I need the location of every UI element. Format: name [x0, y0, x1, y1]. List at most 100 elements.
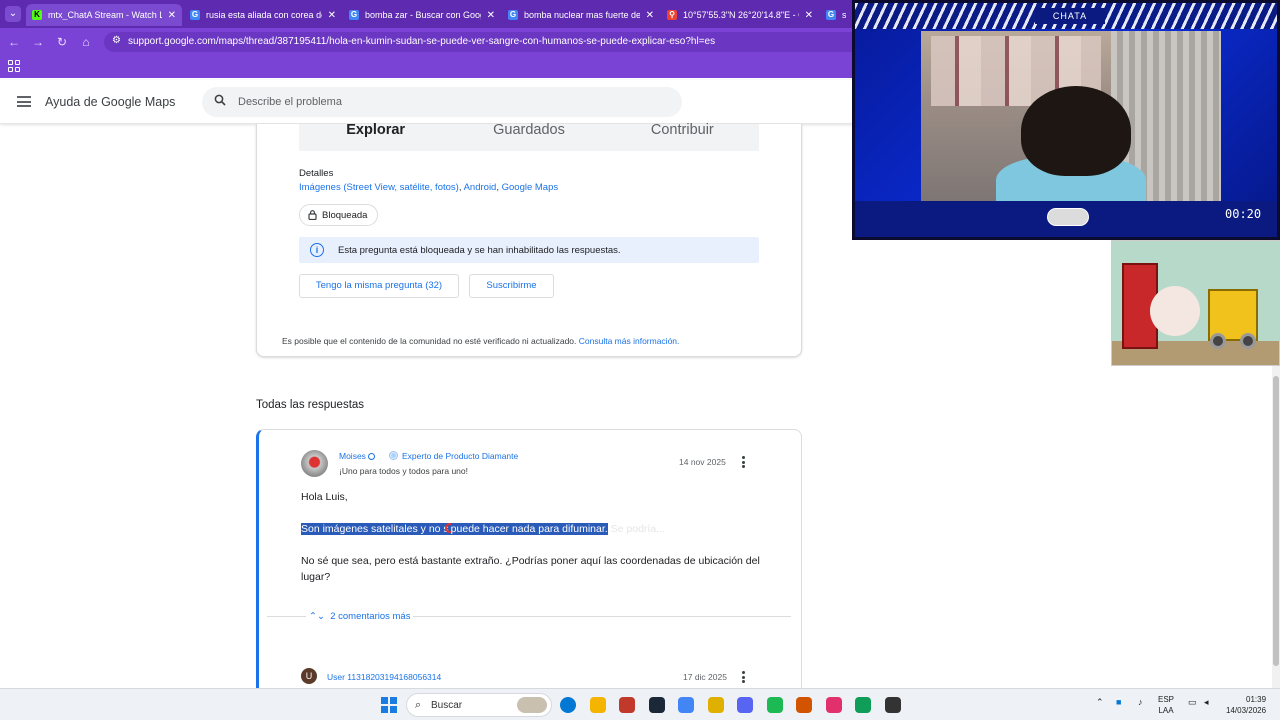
- page-scrollbar[interactable]: [1272, 366, 1280, 688]
- browser-tab[interactable]: ⚲ 10°57'55.3"N 26°20'14.8"E - Go ✕: [661, 4, 819, 26]
- hamburger-menu-icon[interactable]: [17, 96, 31, 107]
- close-icon[interactable]: ✕: [805, 10, 813, 21]
- home-icon[interactable]: ⌂: [78, 34, 94, 50]
- browser-tab[interactable]: G sud: [820, 4, 852, 26]
- help-search-box[interactable]: [202, 87, 682, 117]
- tab-search-button[interactable]: ⌄: [5, 6, 21, 22]
- file-explorer-icon[interactable]: [589, 697, 606, 713]
- stream-timer: 00:20: [1225, 207, 1262, 221]
- faded-text: Se podría...: [610, 523, 665, 535]
- google-favicon-icon: G: [508, 10, 518, 20]
- browser-tab[interactable]: K mtx_ChatA Stream - Watch Live ✕: [26, 4, 182, 26]
- tab-title: 10°57'55.3"N 26°20'14.8"E - Go: [683, 10, 799, 20]
- cartoon-image: [1111, 240, 1280, 366]
- tab-guardados[interactable]: Guardados: [452, 123, 605, 151]
- tab-title: rusia esta aliada con corea del: [206, 10, 322, 20]
- nav-tabs: Explorar Guardados Contribuir: [299, 123, 759, 151]
- tab-explorar[interactable]: Explorar: [299, 123, 452, 151]
- spotify-icon[interactable]: [766, 697, 783, 713]
- windows-start-icon[interactable]: [381, 697, 397, 713]
- epic-games-icon[interactable]: [619, 697, 635, 713]
- close-icon[interactable]: ✕: [646, 10, 654, 21]
- tab-title: bomba nuclear mas fuerte de la: [524, 10, 640, 20]
- locked-notice: i Esta pregunta está bloqueada y se han …: [299, 237, 759, 263]
- edge-icon[interactable]: [855, 697, 871, 713]
- author-name[interactable]: User 1131820319416805631​4: [327, 672, 441, 682]
- tab-contribuir[interactable]: Contribuir: [606, 123, 759, 151]
- discord-icon[interactable]: [737, 697, 753, 713]
- browser-tab[interactable]: G bomba nuclear mas fuerte de la ✕: [502, 4, 660, 26]
- maps-pin-favicon-icon: ⚲: [667, 10, 677, 20]
- detail-link-android[interactable]: Android: [464, 182, 497, 193]
- tab-title: mtx_ChatA Stream - Watch Live: [48, 10, 162, 20]
- more-options-icon[interactable]: [742, 671, 746, 683]
- close-icon[interactable]: ✕: [328, 10, 336, 21]
- chrome-icon[interactable]: [678, 697, 694, 713]
- close-icon[interactable]: ✕: [168, 10, 176, 21]
- answer-date: 14 nov 2025: [679, 457, 726, 467]
- tab-title: bomba zar - Buscar con Google: [365, 10, 481, 20]
- site-info-icon[interactable]: ⚙: [112, 35, 121, 46]
- steam-icon[interactable]: [648, 697, 665, 713]
- locked-notice-text: Esta pregunta está bloqueada y se han in…: [338, 245, 621, 256]
- author-name[interactable]: Moises: [339, 451, 375, 461]
- app-title[interactable]: Ayuda de Google Maps: [45, 95, 175, 109]
- taskbar-search[interactable]: ⌕ Buscar: [406, 693, 552, 717]
- overlay-title: CHATA: [1035, 8, 1105, 24]
- google-favicon-icon: G: [190, 10, 200, 20]
- system-clock[interactable]: 01:39 14/03/2026: [1226, 694, 1266, 716]
- network-icon[interactable]: ▭: [1188, 697, 1197, 708]
- answer-date: 17 dic 2025: [683, 672, 727, 682]
- locked-chip: Bloqueada: [299, 204, 379, 226]
- microphone-icon[interactable]: ♪: [1138, 697, 1143, 707]
- answer-body: No sé que sea, pero está bastante extrañ…: [301, 555, 760, 583]
- community-disclaimer: Es posible que el contenido de la comuni…: [282, 336, 679, 346]
- question-card: Explorar Guardados Contribuir Detalles I…: [256, 123, 802, 357]
- copilot-icon[interactable]: [560, 697, 576, 713]
- scrollbar-thumb[interactable]: [1273, 376, 1279, 666]
- apps-grid-icon[interactable]: [8, 60, 20, 72]
- brave-icon[interactable]: [796, 697, 812, 713]
- app-icon[interactable]: [707, 697, 724, 713]
- browser-tab[interactable]: G bomba zar - Buscar con Google ✕: [343, 4, 501, 26]
- subscribe-button[interactable]: Suscribirme: [469, 274, 554, 298]
- forward-arrow-icon[interactable]: →: [30, 34, 46, 50]
- info-icon: i: [310, 243, 324, 257]
- reload-icon[interactable]: ↻: [54, 34, 70, 50]
- expert-badge-icon: [367, 453, 375, 460]
- back-arrow-icon[interactable]: ←: [6, 34, 22, 50]
- search-icon: ⌕: [415, 699, 422, 711]
- answer-card: Moises Experto de Producto Diamante ¡Uno…: [256, 429, 802, 699]
- same-question-button[interactable]: Tengo la misma pregunta (32): [299, 274, 459, 298]
- language-indicator[interactable]: ESP LAA: [1158, 694, 1174, 716]
- avatar[interactable]: U: [301, 668, 317, 684]
- obs-icon[interactable]: [884, 697, 901, 713]
- stream-overlay: CHATA 00:20: [852, 0, 1280, 240]
- detail-link-imagenes[interactable]: Imágenes (Street View, satélite, fotos): [299, 182, 459, 193]
- locked-chip-label: Bloqueada: [322, 209, 368, 221]
- browser-tab[interactable]: G rusia esta aliada con corea del ✕: [184, 4, 342, 26]
- disclaimer-text: Es posible que el contenido de la comuni…: [282, 336, 577, 346]
- search-input[interactable]: [238, 93, 658, 111]
- webcam-feed: [921, 31, 1221, 201]
- more-options-icon[interactable]: [742, 456, 746, 468]
- tray-chevron-icon[interactable]: ⌃: [1096, 697, 1104, 708]
- expert-level[interactable]: Experto de Producto Diamante: [389, 451, 518, 461]
- close-icon[interactable]: ✕: [487, 10, 495, 21]
- more-comments-link[interactable]: ⌃⌄ 2 comentarios más: [306, 611, 414, 622]
- tab-title: sud: [842, 10, 846, 20]
- avatar[interactable]: [301, 450, 328, 477]
- tray-app-icon[interactable]: ■: [1116, 697, 1121, 707]
- search-highlight-image: [517, 697, 547, 713]
- detail-links: Imágenes (Street View, satélite, fotos),…: [299, 182, 559, 193]
- author-motto: ¡Uno para todos y todos para uno!: [339, 466, 468, 476]
- instagram-icon[interactable]: [825, 697, 842, 713]
- search-icon: [214, 94, 226, 106]
- windows-taskbar: ⌕ Buscar ⌃ ■ ♪ ESP LAA ▭ ◂ 01:39 14/03/202…: [0, 688, 1280, 720]
- volume-icon[interactable]: ◂: [1204, 697, 1209, 708]
- url-text: support.google.com/maps/thread/387195411…: [128, 36, 716, 47]
- address-bar[interactable]: ⚙ support.google.com/maps/thread/3871954…: [104, 32, 864, 52]
- selected-text: Son imágenes satelitales y no s: [301, 523, 449, 535]
- learn-more-link[interactable]: Consulta más información.: [579, 336, 680, 346]
- detail-link-maps[interactable]: Google Maps: [502, 182, 559, 193]
